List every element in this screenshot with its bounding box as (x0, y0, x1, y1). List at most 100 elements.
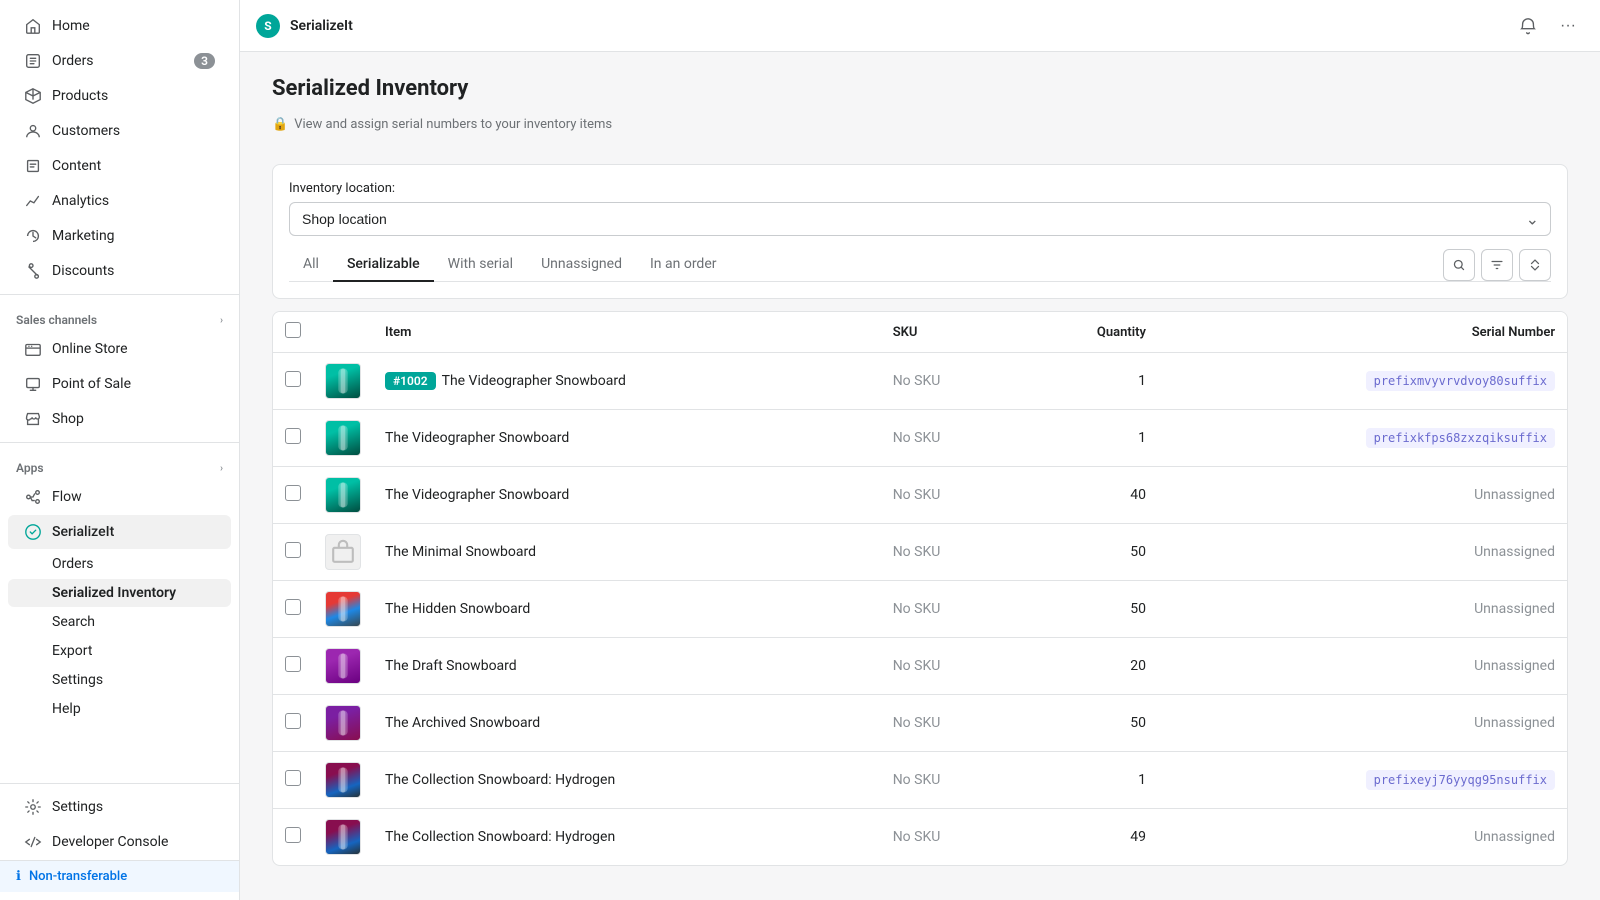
col-quantity: Quantity (1018, 312, 1158, 353)
orders-icon (24, 52, 42, 70)
sidebar-sub-item-export[interactable]: Export (8, 637, 231, 665)
row-checkbox[interactable] (285, 599, 301, 615)
row-checkbox[interactable] (285, 371, 301, 387)
product-thumbnail (325, 591, 361, 627)
sidebar-item-developer-console[interactable]: Developer Console (8, 825, 231, 859)
filter-section: Inventory location: Shop location All Se… (272, 164, 1568, 299)
item-serial: Unnassigned (1158, 695, 1567, 752)
sidebar-sub-item-settings[interactable]: Settings (8, 666, 231, 694)
row-checkbox[interactable] (285, 485, 301, 501)
non-transferable-bar[interactable]: ℹ Non-transferable (0, 860, 239, 892)
inventory-table: Item SKU Quantity Serial Number #1002The… (272, 311, 1568, 866)
sidebar-item-home[interactable]: Home (8, 9, 231, 43)
search-btn[interactable] (1443, 249, 1475, 281)
serial-number-badge[interactable]: prefixmvyvrvdvoy80suffix (1366, 371, 1555, 391)
content-area: Serialized Inventory 🔒 View and assign s… (240, 52, 1600, 900)
col-item-thumb (313, 312, 373, 353)
select-all-checkbox[interactable] (285, 322, 301, 338)
info-icon: ℹ (16, 869, 21, 884)
content-icon (24, 157, 42, 175)
item-name: The Collection Snowboard: Hydrogen (385, 829, 615, 845)
row-checkbox[interactable] (285, 428, 301, 444)
sidebar-item-discounts[interactable]: Discounts (8, 254, 231, 288)
sub-item-label: Serialized Inventory (52, 585, 176, 601)
sidebar-sub-item-serialized-inventory[interactable]: Serialized Inventory (8, 579, 231, 607)
item-quantity: 1 (1018, 410, 1158, 467)
sidebar-item-orders[interactable]: Orders 3 (8, 44, 231, 78)
serial-number-badge[interactable]: prefixeyj76yyqg95nsuffix (1366, 770, 1555, 790)
item-quantity: 40 (1018, 467, 1158, 524)
item-sku: No SKU (881, 638, 1018, 695)
table-row: The Hidden SnowboardNo SKU50Unnassigned (273, 581, 1567, 638)
tab-with-serial[interactable]: With serial (434, 248, 527, 282)
page-title: Serialized Inventory (272, 76, 1568, 101)
row-checkbox[interactable] (285, 770, 301, 786)
serial-number-badge[interactable]: prefixkfps68zxzqiksuffix (1366, 428, 1555, 448)
item-sku: No SKU (881, 752, 1018, 809)
item-serial: Unnassigned (1158, 638, 1567, 695)
apps-section[interactable]: Apps › (0, 449, 239, 479)
sidebar-item-shop[interactable]: Shop (8, 402, 231, 436)
sidebar-item-online-store[interactable]: Online Store (8, 332, 231, 366)
sub-item-label: Settings (52, 672, 103, 688)
page-subtitle: 🔒 View and assign serial numbers to your… (272, 117, 1568, 132)
item-name: The Collection Snowboard: Hydrogen (385, 772, 615, 788)
item-serial: prefixmvyvrvdvoy80suffix (1158, 353, 1567, 410)
row-checkbox[interactable] (285, 827, 301, 843)
table-row: The Archived SnowboardNo SKU50Unnassigne… (273, 695, 1567, 752)
item-name: The Hidden Snowboard (385, 601, 530, 617)
home-icon (24, 17, 42, 35)
non-transferable-label: Non-transferable (29, 869, 127, 884)
sidebar-item-analytics[interactable]: Analytics (8, 184, 231, 218)
lock-icon: 🔒 (272, 117, 288, 132)
sub-item-label: Export (52, 643, 92, 659)
col-serial: Serial Number (1158, 312, 1567, 353)
more-options-icon[interactable]: ··· (1552, 10, 1584, 42)
sidebar-item-content[interactable]: Content (8, 149, 231, 183)
sidebar-item-serializeit[interactable]: SerializeIt (8, 515, 231, 549)
sidebar-item-point-of-sale[interactable]: Point of Sale (8, 367, 231, 401)
sidebar-sub-item-search[interactable]: Search (8, 608, 231, 636)
tab-actions (1443, 249, 1551, 281)
row-checkbox[interactable] (285, 656, 301, 672)
tab-in-an-order[interactable]: In an order (636, 248, 731, 282)
sidebar-sub-item-orders[interactable]: Orders (8, 550, 231, 578)
sidebar-item-settings[interactable]: Settings (8, 790, 231, 824)
product-thumbnail (325, 648, 361, 684)
row-checkbox[interactable] (285, 713, 301, 729)
sidebar-item-products[interactable]: Products (8, 79, 231, 113)
sidebar-item-label: Content (52, 158, 215, 174)
sidebar-item-label: Settings (52, 799, 215, 815)
serial-unassigned: Unnassigned (1474, 601, 1555, 617)
tab-unnassigned[interactable]: Unnassigned (527, 248, 636, 282)
notification-icon[interactable] (1512, 10, 1544, 42)
table-row: The Collection Snowboard: Hydrogen No SKU… (273, 752, 1567, 809)
product-thumbnail (325, 819, 361, 855)
sidebar-item-marketing[interactable]: Marketing (8, 219, 231, 253)
sidebar-item-label: Online Store (52, 341, 215, 357)
marketing-icon (24, 227, 42, 245)
item-name: The Videographer Snowboard (442, 373, 626, 389)
location-select-wrapper: Shop location (289, 202, 1551, 236)
sidebar-sub-item-help[interactable]: Help (8, 695, 231, 723)
app-logo: S (256, 14, 280, 38)
sub-item-label: Search (52, 614, 95, 630)
tab-serializable[interactable]: Serializable (333, 248, 434, 282)
filter-btn[interactable] (1481, 249, 1513, 281)
item-serial: prefixkfps68zxzqiksuffix (1158, 410, 1567, 467)
sidebar-item-label: Home (52, 18, 215, 34)
sort-btn[interactable] (1519, 249, 1551, 281)
sidebar-item-label: SerializeIt (52, 524, 215, 540)
sidebar-item-flow[interactable]: Flow (8, 480, 231, 514)
sales-channels-section[interactable]: Sales channels › (0, 301, 239, 331)
flow-icon (24, 488, 42, 506)
shop-icon (24, 410, 42, 428)
orders-badge: 3 (194, 53, 215, 69)
table-row: The Videographer SnowboardNo SKU1prefixk… (273, 410, 1567, 467)
tab-all[interactable]: All (289, 248, 333, 282)
sidebar-item-customers[interactable]: Customers (8, 114, 231, 148)
product-thumbnail (325, 363, 361, 399)
location-select[interactable]: Shop location (289, 202, 1551, 236)
row-checkbox[interactable] (285, 542, 301, 558)
item-badge: #1002 (385, 372, 436, 390)
